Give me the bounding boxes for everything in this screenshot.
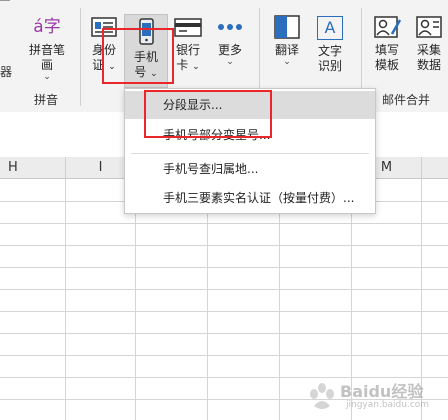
chevron-down-icon: ⌄ <box>150 69 158 79</box>
fill-template-button[interactable]: 填写 模板 <box>368 14 406 84</box>
group-label-mail-merge: 邮件合并 <box>382 93 431 107</box>
collect-data-label-1: 采集 <box>416 43 441 57</box>
watermark-text: Baidu经验 <box>340 382 424 401</box>
collect-data-button[interactable]: 采集 数据 <box>410 14 448 84</box>
pinyin-stroke-button[interactable]: á字 拼音笔 画 ⌄ <box>22 14 72 84</box>
column-header-n[interactable] <box>422 157 448 179</box>
watermark-subtext: jingyan.baidu.com <box>346 400 430 410</box>
phone-label-1: 手机 <box>133 50 158 64</box>
ribbon-edge-tick <box>0 0 10 5</box>
grid-row-line <box>0 267 448 268</box>
id-card-label-2: 证 <box>92 58 105 72</box>
text-recognition-button[interactable]: A 文字 识别 <box>310 14 350 84</box>
grid-row-line <box>0 245 448 246</box>
more-dots-icon <box>218 24 242 30</box>
fill-template-icon <box>374 16 402 38</box>
baidu-watermark: Baidu经验 jingyan.baidu.com <box>300 372 440 416</box>
grid-row-line <box>0 289 448 290</box>
ocr-label-1: 文字 <box>317 44 342 58</box>
id-card-label-1: 身份 <box>91 43 116 57</box>
translate-button[interactable]: 翻译 ⌄ <box>268 14 306 84</box>
fill-template-label-1: 填写 <box>374 43 399 57</box>
grid-column-line <box>279 179 280 420</box>
menu-item-mask-digits[interactable]: 手机号部分变星号... <box>125 121 375 149</box>
grid-column-line <box>65 179 66 420</box>
menu-item-realname-verify[interactable]: 手机三要素实名认证（按量付费）... <box>125 184 375 212</box>
text-recognition-icon: A <box>317 16 343 40</box>
menu-item-segment-display[interactable]: 分段显示... <box>125 91 375 119</box>
group-separator <box>80 8 81 106</box>
ribbon-edge-label: 器 <box>0 65 13 79</box>
chevron-down-icon: ⌄ <box>192 62 200 72</box>
column-header-h[interactable]: H <box>0 157 66 179</box>
translate-label: 翻译 <box>274 43 299 57</box>
bank-card-icon <box>174 18 202 37</box>
collect-data-label-2: 数据 <box>416 58 441 72</box>
id-card-icon <box>91 17 117 37</box>
collect-data-icon <box>416 16 442 38</box>
phone-number-button[interactable]: 手机 号 ⌄ <box>124 14 168 88</box>
more-label: 更多 <box>217 43 242 57</box>
grid-row-line <box>0 333 448 334</box>
pinyin-label-1: 拼音笔 <box>28 43 65 57</box>
id-card-button[interactable]: 身份 证 ⌄ <box>86 14 122 84</box>
ocr-label-2: 识别 <box>317 59 342 73</box>
chevron-down-icon: ⌄ <box>108 62 116 72</box>
grid-row-line <box>0 355 448 356</box>
grid-column-line <box>135 179 136 420</box>
bank-card-button[interactable]: 银行 卡 ⌄ <box>170 14 206 84</box>
phone-icon <box>139 18 154 45</box>
pinyin-icon: á字 <box>33 17 61 37</box>
phone-number-dropdown-menu: 分段显示... 手机号部分变星号... 手机号查归属地... 手机三要素实名认证… <box>124 88 376 214</box>
menu-separator <box>131 153 369 154</box>
chevron-down-icon: ⌄ <box>43 72 51 82</box>
menu-item-lookup-location[interactable]: 手机号查归属地... <box>125 155 375 183</box>
grid-row-line <box>0 311 448 312</box>
chevron-down-icon: ⌄ <box>283 57 291 67</box>
bank-card-label-2: 卡 <box>176 58 189 72</box>
fill-template-label-2: 模板 <box>374 58 399 72</box>
bank-card-label-2-row: 卡 ⌄ <box>170 58 206 75</box>
more-button[interactable]: 更多 ⌄ <box>210 14 250 84</box>
pinyin-label-2: 画 <box>40 58 53 72</box>
grid-row-line <box>0 223 448 224</box>
bank-card-label-1: 银行 <box>175 43 200 57</box>
group-label-pinyin: 拼音 <box>34 93 59 107</box>
translate-icon <box>274 15 300 39</box>
grid-column-line <box>207 179 208 420</box>
chevron-down-icon: ⌄ <box>226 57 234 67</box>
phone-label-2-row: 号 ⌄ <box>125 65 167 82</box>
phone-label-2: 号 <box>134 65 147 79</box>
id-card-label-2-row: 证 ⌄ <box>86 58 122 75</box>
